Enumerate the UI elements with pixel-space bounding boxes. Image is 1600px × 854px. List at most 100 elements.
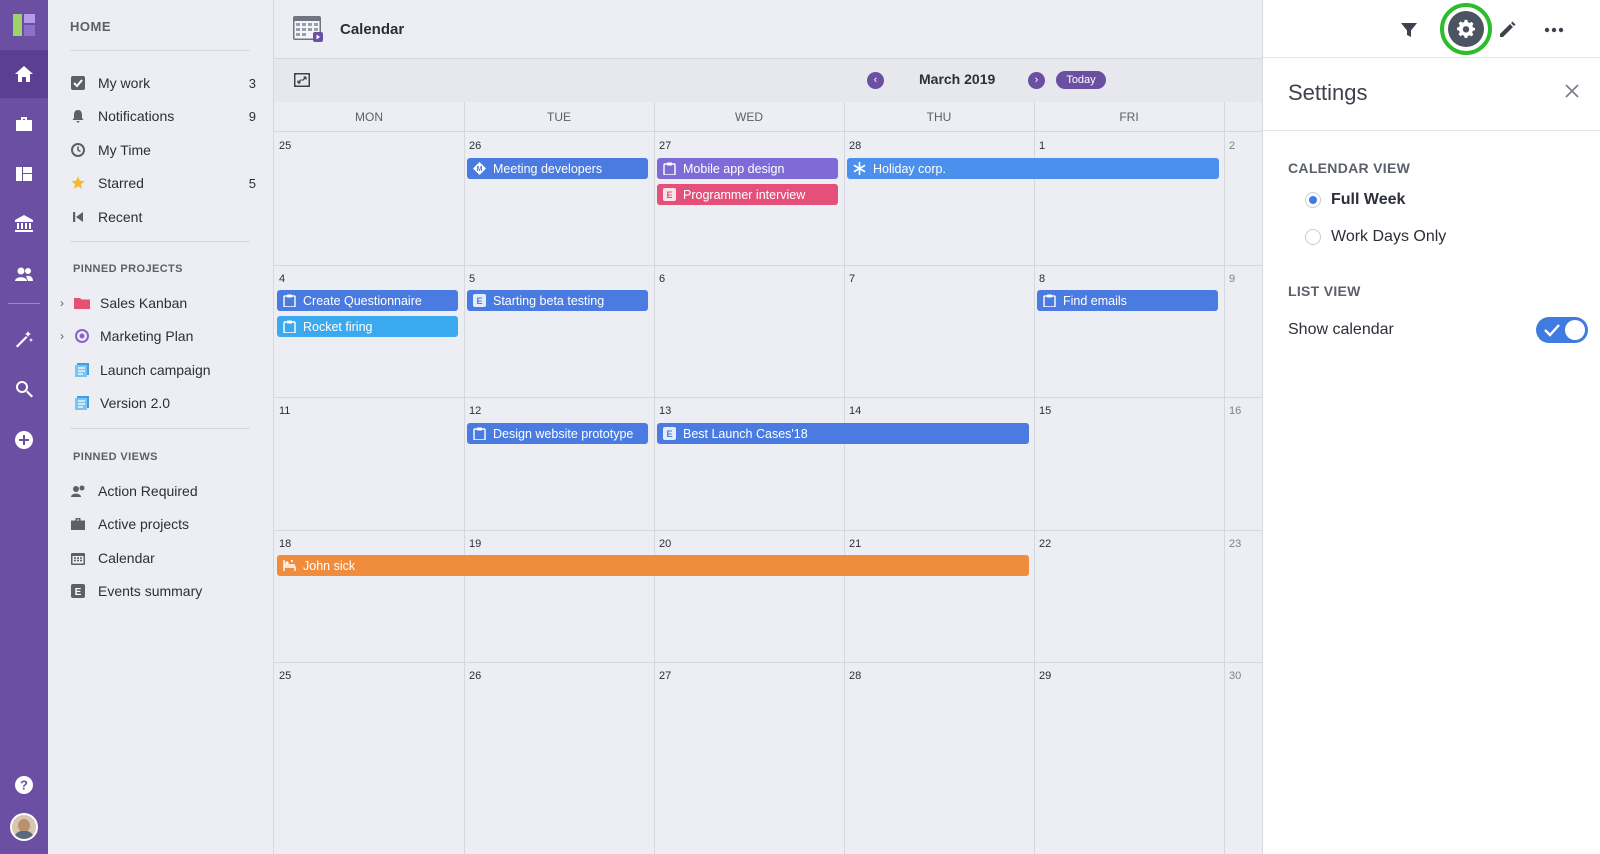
list-view-title: LIST VIEW [1288,283,1361,299]
day-number[interactable]: 20 [659,538,671,550]
day-number[interactable]: 27 [659,140,671,152]
count-badge: 9 [248,108,256,124]
event-john-sick[interactable]: John sick [277,555,1029,576]
day-number[interactable]: 28 [849,670,861,682]
day-number[interactable]: 11 [279,405,290,417]
day-number[interactable]: 21 [849,538,861,550]
day-number[interactable]: 22 [1039,538,1051,550]
bank-icon[interactable] [0,200,48,248]
radio-button[interactable] [1305,192,1321,208]
help-icon[interactable]: ? [0,761,48,809]
settings-panel: Settings CALENDAR VIEW Full Week Work Da… [1262,0,1600,854]
day-number[interactable]: 4 [279,273,285,285]
board-icon[interactable] [0,150,48,198]
view-events-summary[interactable]: E Events summary [70,578,256,604]
view-calendar[interactable]: Calendar [70,545,256,571]
day-number[interactable]: 16 [1229,405,1241,417]
pencil-icon[interactable] [1491,14,1523,46]
next-month-button[interactable]: › [1028,72,1045,89]
prev-month-button[interactable]: ‹ [867,72,884,89]
event-starting-beta-testing[interactable]: E Starting beta testing [467,290,648,311]
briefcase-icon[interactable] [0,100,48,148]
add-icon[interactable] [0,416,48,464]
radio-full-week[interactable]: Full Week [1305,189,1405,211]
event-design-website-prototype[interactable]: Design website prototype [467,423,648,444]
svg-text:E: E [666,190,672,200]
day-number[interactable]: 25 [279,140,291,152]
expand-icon[interactable] [294,73,310,87]
people-icon[interactable] [0,250,48,298]
day-number[interactable]: 15 [1039,405,1051,417]
clipboard-icon [283,320,296,333]
view-action-required[interactable]: Action Required [70,478,256,504]
project-label: Version 2.0 [100,395,171,411]
weekday-label: FRI [1119,110,1139,124]
chevron-right-icon[interactable]: › [60,296,74,310]
chevron-right-icon[interactable]: › [60,329,74,343]
home-heading: HOME [70,19,111,34]
target-icon [74,328,90,344]
day-number[interactable]: 9 [1229,273,1235,285]
day-number[interactable]: 1 [1039,140,1045,152]
gear-icon[interactable] [1448,11,1484,47]
svg-text:?: ? [20,778,28,793]
event-mobile-app-design[interactable]: Mobile app design [657,158,838,179]
day-number[interactable]: 29 [1039,670,1051,682]
show-calendar-toggle[interactable] [1536,317,1588,343]
day-number[interactable]: 27 [659,670,671,682]
sidebar-item-my-work[interactable]: My work 3 [70,70,256,96]
event-programmer-interview[interactable]: E Programmer interview [657,184,838,205]
event-find-emails[interactable]: Find emails [1037,290,1218,311]
event-label: Meeting developers [493,161,603,176]
sidebar-item-notifications[interactable]: Notifications 9 [70,103,256,129]
project-marketing-plan[interactable]: › Marketing Plan [60,323,250,349]
day-number[interactable]: 19 [469,538,481,550]
day-number[interactable]: 12 [469,405,481,417]
event-meeting-developers[interactable]: M Meeting developers [467,158,648,179]
user-alert-icon [70,483,86,499]
event-rocket-firing[interactable]: Rocket firing [277,316,458,337]
day-number[interactable]: 14 [849,405,861,417]
sidebar-item-my-time[interactable]: My Time [70,137,256,163]
close-icon[interactable] [1563,82,1581,100]
day-number[interactable]: 7 [849,273,855,285]
sidebar-item-recent[interactable]: Recent [70,204,256,230]
svg-text:E: E [476,296,482,306]
project-launch-campaign[interactable]: Launch campaign [60,357,250,383]
project-label: Launch campaign [100,362,211,378]
day-number[interactable]: 23 [1229,538,1241,550]
day-number[interactable]: 28 [849,140,861,152]
toggle-knob [1565,320,1585,340]
day-number[interactable]: 30 [1229,670,1241,682]
today-button[interactable]: Today [1056,71,1106,89]
checkbox-icon [70,75,86,91]
day-number[interactable]: 13 [659,405,671,417]
sidebar-item-starred[interactable]: Starred 5 [70,170,256,196]
pinned-views-title: PINNED VIEWS [73,451,158,463]
event-best-launch-cases[interactable]: E Best Launch Cases'18 [657,423,1029,444]
project-version-2[interactable]: Version 2.0 [60,390,250,416]
view-active-projects[interactable]: Active projects [70,511,256,537]
event-create-questionnaire[interactable]: Create Questionnaire [277,290,458,311]
day-number[interactable]: 26 [469,140,481,152]
day-number[interactable]: 25 [279,670,291,682]
radio-button[interactable] [1305,229,1321,245]
magic-wand-icon[interactable] [0,315,48,363]
day-number[interactable]: 6 [659,273,665,285]
app-logo-icon[interactable] [13,14,35,36]
clock-icon [70,142,86,158]
home-icon[interactable] [0,50,48,98]
day-number[interactable]: 2 [1229,140,1235,152]
search-icon[interactable] [0,365,48,413]
event-holiday-corp[interactable]: Holiday corp. [847,158,1219,179]
day-number[interactable]: 18 [279,538,291,550]
project-sales-kanban[interactable]: › Sales Kanban [60,290,250,316]
avatar[interactable] [10,813,38,841]
radio-work-days-only[interactable]: Work Days Only [1305,226,1446,248]
day-number[interactable]: 26 [469,670,481,682]
filter-icon[interactable] [1393,14,1425,46]
day-number[interactable]: 5 [469,273,475,285]
day-number[interactable]: 8 [1039,273,1045,285]
clipboard-icon [663,162,676,175]
more-options-icon[interactable] [1538,14,1570,46]
